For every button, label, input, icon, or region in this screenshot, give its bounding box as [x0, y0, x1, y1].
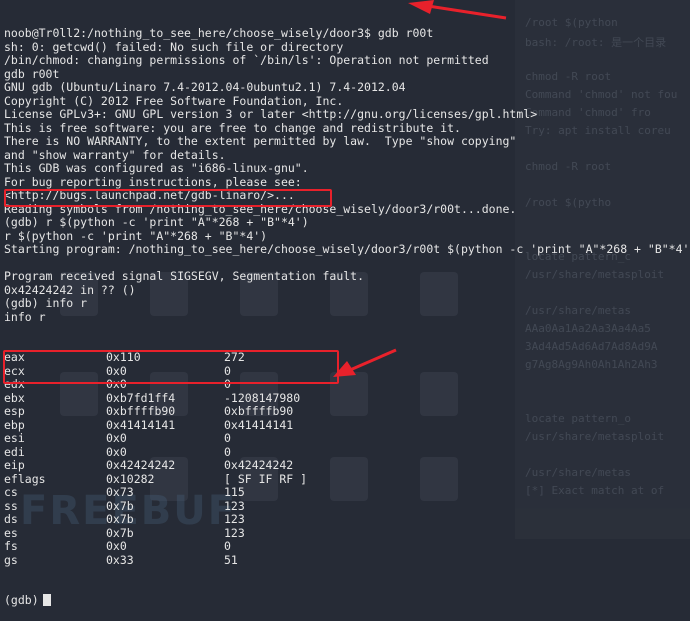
- text-cursor: [42, 594, 51, 606]
- register-natural-value: 115: [224, 485, 245, 499]
- terminal-line: gdb r00t: [4, 66, 60, 81]
- terminal-line: sh: 0: getcwd() failed: No such file or …: [4, 39, 344, 54]
- terminal-line: r $(python -c 'print "A"*268 + "B"*4'): [4, 228, 268, 243]
- register-name: fs: [4, 539, 18, 553]
- register-row-ss: ss 0x7b 123: [4, 498, 690, 514]
- register-hex-value: 0x10282: [106, 471, 155, 486]
- terminal-line: /bin/chmod: changing permissions of `/bi…: [4, 53, 489, 67]
- register-row-edi: edi 0x0 0: [4, 444, 690, 460]
- register-name: ss: [4, 498, 18, 513]
- register-hex-value: 0x41414141: [106, 417, 176, 432]
- register-row-es: es 0x7b 123: [4, 525, 690, 541]
- register-hex-value: 0xb7fd1ff4: [106, 390, 176, 405]
- register-hex-value: 0x0: [106, 431, 127, 445]
- register-hex-value: 0x7b: [106, 498, 134, 513]
- register-hex-value: 0x0: [106, 444, 127, 459]
- register-name: esi: [4, 431, 25, 445]
- terminal-line: noob@Tr0ll2:/nothing_to_see_here/choose_…: [4, 26, 434, 40]
- register-name: es: [4, 525, 18, 540]
- register-name: eip: [4, 458, 25, 472]
- highlight-esp-ebp: [3, 350, 339, 384]
- register-name: eflags: [4, 471, 46, 486]
- prompt-text: (gdb): [4, 593, 39, 607]
- register-natural-value: 0x41414141: [224, 417, 294, 432]
- terminal-line: Copyright (C) 2012 Free Software Foundat…: [4, 93, 344, 108]
- register-name: ebp: [4, 417, 25, 432]
- register-hex-value: 0x7b: [106, 512, 134, 526]
- register-hex-value: 0x73: [106, 485, 134, 499]
- terminal-line: Program received signal SIGSEGV, Segment…: [4, 269, 365, 283]
- register-row-ds: ds 0x7b 123: [4, 512, 690, 527]
- terminal-line: GNU gdb (Ubuntu/Linaro 7.4-2012.04-0ubun…: [4, 80, 406, 94]
- register-row-eflags: eflags 0x10282 [ SF IF RF ]: [4, 471, 690, 487]
- terminal-line: 0x42424242 in ?? (): [4, 282, 136, 297]
- register-natural-value: 123: [224, 512, 245, 526]
- terminal-line: (gdb) r $(python -c 'print "A"*268 + "B"…: [4, 215, 309, 229]
- register-name: ds: [4, 512, 18, 526]
- register-natural-value: 123: [224, 525, 245, 540]
- register-row-esi: esi 0x0 0: [4, 431, 690, 446]
- register-name: edi: [4, 444, 25, 459]
- terminal-line: There is NO WARRANTY, to the extent perm…: [4, 134, 517, 148]
- register-name: ebx: [4, 390, 25, 405]
- terminal-line: For bug reporting instructions, please s…: [4, 174, 302, 189]
- register-natural-value: 123: [224, 498, 245, 513]
- terminal-line: Starting program: /nothing_to_see_here/c…: [4, 242, 690, 256]
- register-name: esp: [4, 404, 25, 418]
- register-row-ebp: ebp 0x41414141 0x41414141: [4, 417, 690, 433]
- register-hex-value: 0x7b: [106, 525, 134, 540]
- terminal-line: (gdb) info r: [4, 296, 88, 310]
- terminal-line: This GDB was configured as "i686-linux-g…: [4, 161, 309, 175]
- terminal-line: This is free software: you are free to c…: [4, 120, 461, 135]
- register-row-eip: eip 0x42424242 0x42424242: [4, 458, 690, 473]
- register-name: cs: [4, 485, 18, 499]
- register-hex-value: 0x0: [106, 539, 127, 553]
- register-natural-value: 0xbffffb90: [224, 404, 294, 418]
- terminal-line: info r: [4, 309, 46, 324]
- register-hex-value: 0x33: [106, 552, 134, 567]
- register-row-ebx: ebx 0xb7fd1ff4 -1208147980: [4, 390, 690, 406]
- register-row-esp: esp 0xbffffb90 0xbffffb90: [4, 404, 690, 419]
- terminal-line: and "show warranty" for details.: [4, 147, 226, 162]
- register-natural-value: 0x42424242: [224, 458, 294, 472]
- gdb-prompt[interactable]: (gdb): [4, 593, 690, 608]
- register-row-cs: cs 0x73 115: [4, 485, 690, 500]
- register-hex-value: 0x42424242: [106, 458, 176, 472]
- register-hex-value: 0xbffffb90: [106, 404, 176, 418]
- register-natural-value: 0: [224, 444, 231, 459]
- register-natural-value: 0: [224, 539, 231, 553]
- register-natural-value: [ SF IF RF ]: [224, 471, 308, 486]
- register-natural-value: 51: [224, 552, 238, 567]
- register-row-fs: fs 0x0 0: [4, 539, 690, 554]
- highlight-run-command: [4, 189, 332, 207]
- register-natural-value: -1208147980: [224, 390, 301, 405]
- terminal-output[interactable]: noob@Tr0ll2:/nothing_to_see_here/choose_…: [4, 0, 690, 621]
- register-row-gs: gs 0x33 51: [4, 552, 690, 568]
- register-name: gs: [4, 552, 18, 567]
- arrow-icon: [408, 0, 507, 20]
- arrow-icon: [333, 348, 397, 377]
- register-natural-value: 0: [224, 431, 231, 445]
- terminal-line: License GPLv3+: GNU GPL version 3 or lat…: [4, 107, 538, 121]
